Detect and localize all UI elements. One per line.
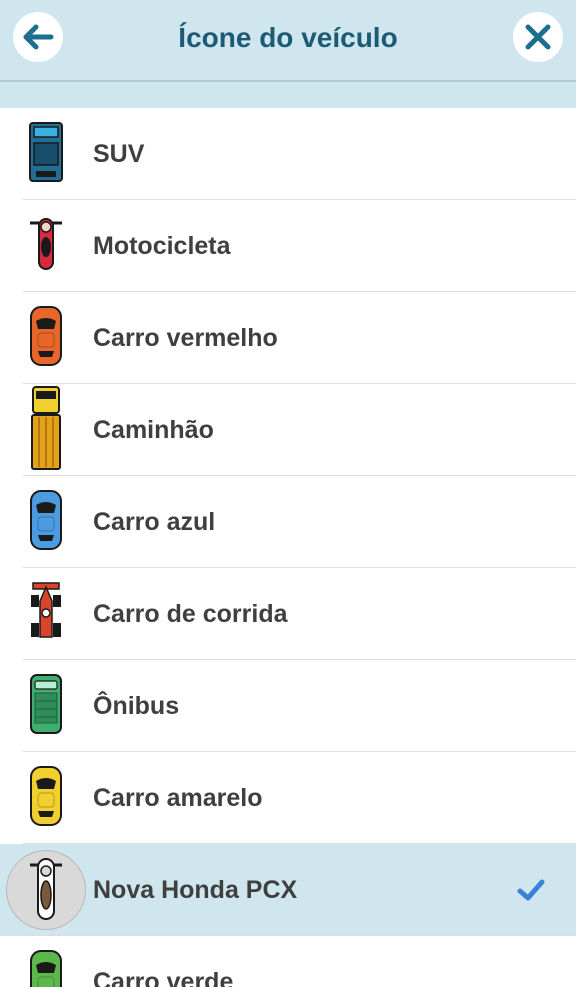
checkmark-icon: [516, 876, 546, 904]
vehicle-option[interactable]: Carro amarelo: [0, 752, 576, 844]
vehicle-option[interactable]: Carro azul: [0, 476, 576, 568]
vehicle-option[interactable]: Carro vermelho: [0, 292, 576, 384]
vehicle-label: Nova Honda PCX: [93, 876, 298, 904]
vehicle-label: SUV: [93, 140, 145, 168]
scooter-icon: [24, 851, 68, 930]
vehicle-label: Carro amarelo: [93, 784, 263, 812]
green-car-icon: [28, 949, 64, 987]
truck-icon: [29, 385, 63, 476]
vehicle-avatar: [5, 850, 86, 930]
vehicle-icon-cell: [0, 660, 92, 752]
vehicle-icon-cell: [0, 200, 92, 292]
vehicle-label: Carro verde: [93, 968, 234, 987]
vehicle-icon-cell: [0, 568, 92, 660]
vehicle-option[interactable]: Nova Honda PCX: [0, 844, 576, 936]
vehicle-label: Ônibus: [93, 692, 180, 720]
vehicle-label: Carro de corrida: [93, 600, 288, 628]
red-car-icon: [28, 305, 64, 372]
race-car-icon: [29, 581, 63, 648]
bus-icon: [29, 673, 63, 740]
blue-car-icon: [28, 489, 64, 556]
vehicle-option[interactable]: SUV: [0, 108, 576, 200]
vehicle-option[interactable]: Carro verde: [0, 936, 576, 987]
motorcycle-icon: [26, 213, 66, 280]
vehicle-option[interactable]: Motocicleta: [0, 200, 576, 292]
arrow-left-icon: [23, 24, 54, 50]
suv-icon: [28, 121, 64, 188]
vehicle-option[interactable]: Carro de corrida: [0, 568, 576, 660]
yellow-car-icon: [28, 765, 64, 832]
vehicle-icon-cell: [0, 384, 92, 476]
vehicle-label: Caminhão: [93, 416, 214, 444]
vehicle-list: SUV Motocicleta Carro vermelho Caminhão …: [0, 108, 576, 987]
close-button[interactable]: [513, 12, 563, 62]
vehicle-option[interactable]: Ônibus: [0, 660, 576, 752]
close-icon: [525, 24, 551, 50]
header-spacer: [0, 82, 576, 108]
app-header: Ícone do veículo: [0, 0, 576, 82]
vehicle-icon-cell: [0, 752, 92, 844]
vehicle-label: Carro azul: [93, 508, 216, 536]
vehicle-icon-cell: [0, 292, 92, 384]
vehicle-icon-cell: [0, 936, 92, 987]
page-title: Ícone do veículo: [178, 22, 398, 53]
vehicle-option[interactable]: Caminhão: [0, 384, 576, 476]
vehicle-label: Carro vermelho: [93, 324, 278, 352]
vehicle-icon-cell: [0, 108, 92, 200]
vehicle-icon-cell: [0, 476, 92, 568]
vehicle-label: Motocicleta: [93, 232, 231, 260]
back-button[interactable]: [13, 12, 63, 62]
vehicle-icon-cell: [0, 844, 92, 936]
